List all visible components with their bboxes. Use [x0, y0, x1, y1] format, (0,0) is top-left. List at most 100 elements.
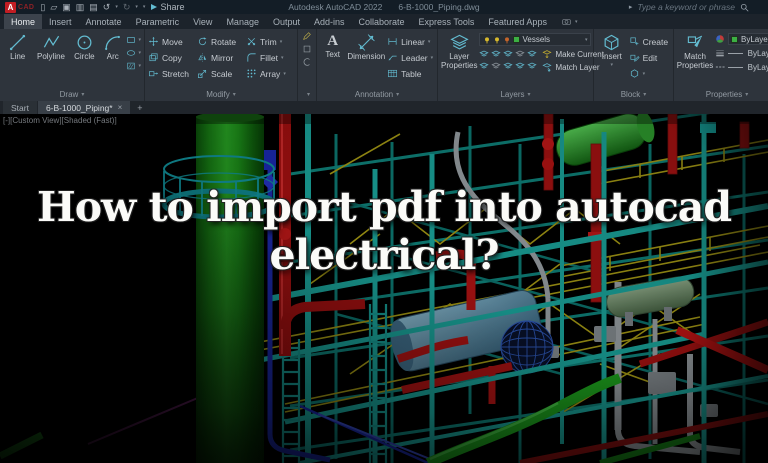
- edit-block-tool[interactable]: Edit: [629, 50, 670, 65]
- color-wheel-icon[interactable]: [715, 34, 725, 44]
- layer-tool-icon[interactable]: [527, 49, 537, 59]
- panel-label-draw[interactable]: Draw: [0, 88, 144, 101]
- circle-tool[interactable]: Circle: [70, 31, 99, 62]
- copy-icon: [148, 52, 159, 63]
- close-icon[interactable]: ×: [118, 103, 123, 112]
- c-shape-icon: [302, 57, 312, 67]
- text-tool[interactable]: A Text: [320, 31, 345, 59]
- layer-dropdown[interactable]: Vessels ▾: [479, 33, 592, 46]
- lineweight-dropdown[interactable]: ByLayer: [715, 47, 768, 59]
- search-box[interactable]: ▸ Type a keyword or phrase: [629, 2, 763, 12]
- plot-icon[interactable]: ▤: [89, 0, 98, 14]
- dimension-tool[interactable]: Dimension: [347, 31, 385, 62]
- tab-express-tools[interactable]: Express Tools: [412, 14, 482, 29]
- undo-dropdown-icon[interactable]: ▾: [115, 0, 118, 14]
- hatch-tool[interactable]: ▾: [126, 61, 141, 71]
- mirror-tool[interactable]: Mirror: [197, 50, 244, 65]
- panel-label-layers[interactable]: Layers: [438, 88, 593, 101]
- layer-tool-icon[interactable]: [527, 61, 537, 71]
- search-prompt-icon: ▸: [628, 4, 633, 11]
- panel-label-block[interactable]: Block: [594, 88, 673, 101]
- rectangle-tool[interactable]: ▾: [126, 35, 141, 45]
- tab-start[interactable]: Start: [3, 101, 37, 114]
- layers-icon: [450, 33, 469, 52]
- arc-icon: [103, 33, 122, 52]
- erase-tool[interactable]: [302, 44, 312, 54]
- chevron-down-icon: ▾: [584, 36, 588, 43]
- drawing-viewport[interactable]: [-][Custom View][Shaded (Fast)] How to i…: [0, 114, 768, 463]
- share-button[interactable]: Share: [151, 2, 184, 12]
- block-icon: [629, 68, 640, 79]
- block-attributes-tool[interactable]: ▾: [629, 66, 670, 81]
- layer-tool-icon[interactable]: [491, 61, 501, 71]
- linear-dimension-tool[interactable]: Linear ▾: [387, 34, 434, 49]
- leader-tool[interactable]: Leader ▾: [387, 50, 434, 65]
- line-tool[interactable]: Line: [3, 31, 32, 62]
- insert-block-tool[interactable]: Insert ▾: [597, 31, 627, 68]
- app-title: Autodesk AutoCAD 2022: [288, 2, 383, 12]
- tab-add-ins[interactable]: Add-ins: [307, 14, 352, 29]
- tab-annotate[interactable]: Annotate: [79, 14, 129, 29]
- tab-manage[interactable]: Manage: [219, 14, 266, 29]
- panel-label-modify[interactable]: Modify: [145, 88, 297, 101]
- new-drawing-icon[interactable]: +: [131, 101, 148, 114]
- break-tool[interactable]: [302, 57, 312, 67]
- ellipse-tool[interactable]: ▾: [126, 48, 141, 58]
- save-icon[interactable]: ▣: [62, 0, 71, 14]
- tab-parametric[interactable]: Parametric: [129, 14, 187, 29]
- redo-dropdown-icon[interactable]: ▾: [135, 0, 138, 14]
- layer-tool-icon[interactable]: [503, 61, 513, 71]
- piping-model-canvas[interactable]: [0, 114, 768, 463]
- layer-tool-icon[interactable]: [515, 49, 525, 59]
- layer-properties-tool[interactable]: Layer Properties: [441, 31, 477, 71]
- table-tool[interactable]: Table: [387, 66, 434, 81]
- open-file-icon[interactable]: ▱: [50, 0, 57, 14]
- search-icon[interactable]: [740, 3, 749, 12]
- move-tool[interactable]: Move: [148, 34, 195, 49]
- layer-on-icon: [483, 36, 491, 44]
- rotate-tool[interactable]: Rotate: [197, 34, 244, 49]
- layer-tool-icon[interactable]: [479, 49, 489, 59]
- ribbon-overflow-button[interactable]: ▾: [554, 14, 585, 29]
- panel-label-properties[interactable]: Properties: [674, 88, 768, 101]
- circle-icon: [75, 33, 94, 52]
- tab-featured-apps[interactable]: Featured Apps: [481, 14, 554, 29]
- scale-tool[interactable]: Scale: [197, 66, 244, 81]
- autocad-logo-text: CAD: [18, 3, 35, 11]
- chevron-down-icon: ▾: [574, 18, 578, 25]
- new-file-icon[interactable]: ▯: [40, 0, 45, 14]
- linetype-dropdown[interactable]: ByLayer: [715, 61, 768, 73]
- copy-tool[interactable]: Copy: [148, 50, 195, 65]
- redo-icon[interactable]: ↻: [123, 0, 131, 14]
- autocad-logo[interactable]: A CAD: [5, 1, 35, 13]
- save-as-icon[interactable]: ▥: [76, 0, 85, 14]
- viewport-controls-label[interactable]: [-][Custom View][Shaded (Fast)]: [3, 116, 117, 125]
- layer-tool-icon[interactable]: [479, 61, 489, 71]
- layer-tool-icon[interactable]: [503, 49, 513, 59]
- tab-insert[interactable]: Insert: [42, 14, 79, 29]
- match-properties-icon: [686, 33, 705, 52]
- layer-freeze-icon: [493, 36, 501, 44]
- make-current-icon: [542, 49, 552, 59]
- tab-view[interactable]: View: [186, 14, 219, 29]
- create-block-tool[interactable]: Create: [629, 34, 670, 49]
- object-color-dropdown[interactable]: ByLayer▾: [728, 33, 768, 45]
- undo-icon[interactable]: ↺: [103, 0, 111, 14]
- file-tab-bar: Start 6-B-1000_Piping* × +: [0, 101, 768, 114]
- match-properties-tool[interactable]: Match Properties: [677, 31, 713, 71]
- stretch-tool[interactable]: Stretch: [148, 66, 195, 81]
- tab-home[interactable]: Home: [4, 14, 43, 29]
- edit-polyline-tool[interactable]: [302, 31, 312, 41]
- layer-tool-icon[interactable]: [491, 49, 501, 59]
- tab-collaborate[interactable]: Collaborate: [352, 14, 412, 29]
- array-tool[interactable]: Array ▾: [246, 66, 293, 81]
- arc-tool[interactable]: Arc: [101, 31, 124, 62]
- tab-output[interactable]: Output: [266, 14, 307, 29]
- qat-customize-icon[interactable]: ▾: [143, 0, 146, 14]
- layer-tool-icon[interactable]: [515, 61, 525, 71]
- fillet-tool[interactable]: Fillet ▾: [246, 50, 293, 65]
- panel-label-annotation[interactable]: Annotation: [317, 88, 437, 101]
- tab-drawing[interactable]: 6-B-1000_Piping* ×: [37, 101, 131, 114]
- polyline-tool[interactable]: Polyline: [34, 31, 67, 62]
- trim-tool[interactable]: Trim ▾: [246, 34, 293, 49]
